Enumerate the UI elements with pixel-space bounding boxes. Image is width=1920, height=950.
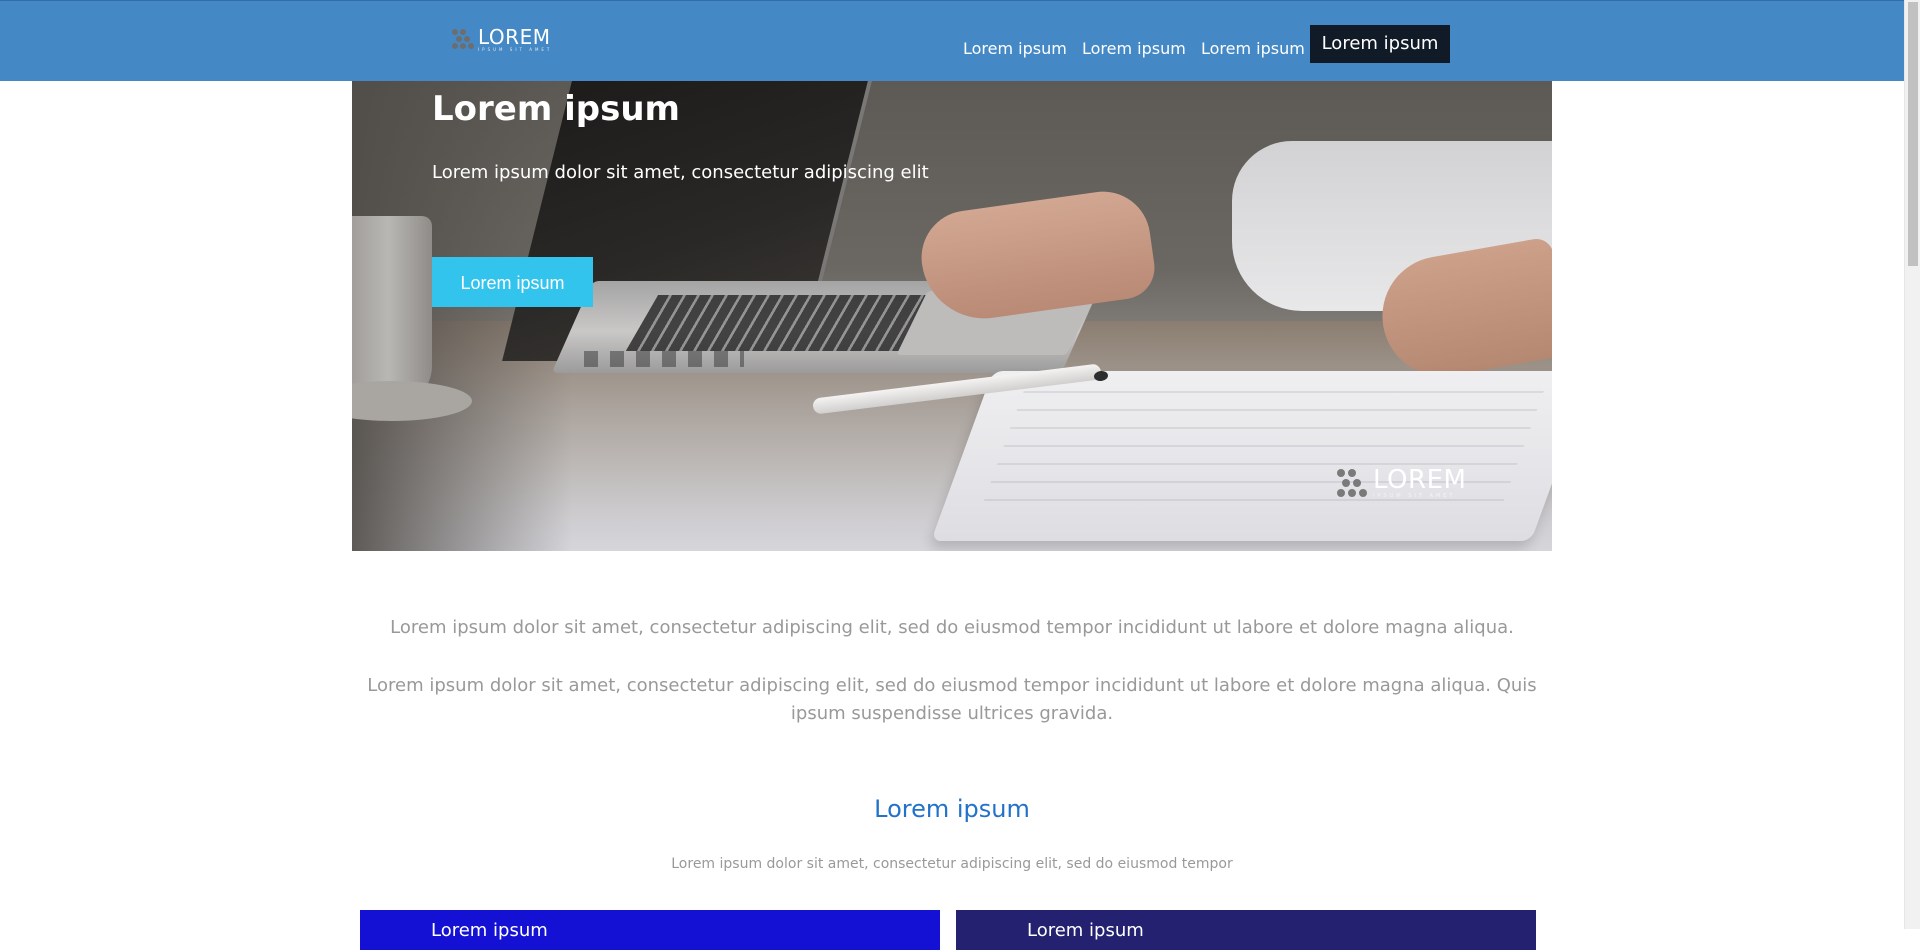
feature-card-title: Lorem ipsum (431, 920, 548, 941)
hero-title: Lorem ipsum (432, 89, 680, 129)
hero-subtitle: Lorem ipsum dolor sit amet, consectetur … (432, 162, 929, 183)
scrollbar-thumb[interactable] (1908, 2, 1918, 266)
intro-paragraph-1: Lorem ipsum dolor sit amet, consectetur … (390, 617, 1514, 638)
nav-link-active[interactable]: Lorem ipsum (1310, 25, 1450, 63)
hero-watermark-logo: LOREM IPSUM SIT AMET (1337, 467, 1466, 500)
logo-dots-icon (1337, 468, 1367, 499)
logo-wordmark: LOREM (478, 25, 551, 49)
hero-banner: Lorem ipsum Lorem ipsum dolor sit amet, … (352, 81, 1552, 551)
hero-cta-button[interactable]: Lorem ipsum (432, 257, 593, 307)
page-scrollbar[interactable] (1904, 0, 1920, 929)
nav-link-3[interactable]: Lorem ipsum (1201, 39, 1305, 59)
top-navigation-bar: LOREM IPSUM SIT AMET Lorem ipsum Lorem i… (0, 0, 1904, 81)
nav-link-2[interactable]: Lorem ipsum (1082, 39, 1186, 59)
watermark-wordmark: LOREM (1373, 465, 1467, 495)
section-subtitle: Lorem ipsum dolor sit amet, consectetur … (671, 856, 1233, 872)
feature-card-1[interactable]: Lorem ipsum (360, 910, 940, 950)
section-title: Lorem ipsum (874, 795, 1030, 823)
intro-paragraph-2: Lorem ipsum dolor sit amet, consectetur … (367, 675, 1537, 724)
feature-card-2[interactable]: Lorem ipsum (956, 910, 1536, 950)
site-logo[interactable]: LOREM IPSUM SIT AMET (452, 27, 552, 52)
nav-link-1[interactable]: Lorem ipsum (963, 39, 1067, 59)
hero-photo-cup (352, 216, 432, 406)
logo-dots-icon (452, 28, 474, 51)
watermark-tagline: IPSUM SIT AMET (1373, 493, 1456, 499)
feature-card-title: Lorem ipsum (1027, 920, 1144, 941)
hero-photo-hand (915, 185, 1159, 327)
logo-tagline: IPSUM SIT AMET (478, 47, 553, 52)
